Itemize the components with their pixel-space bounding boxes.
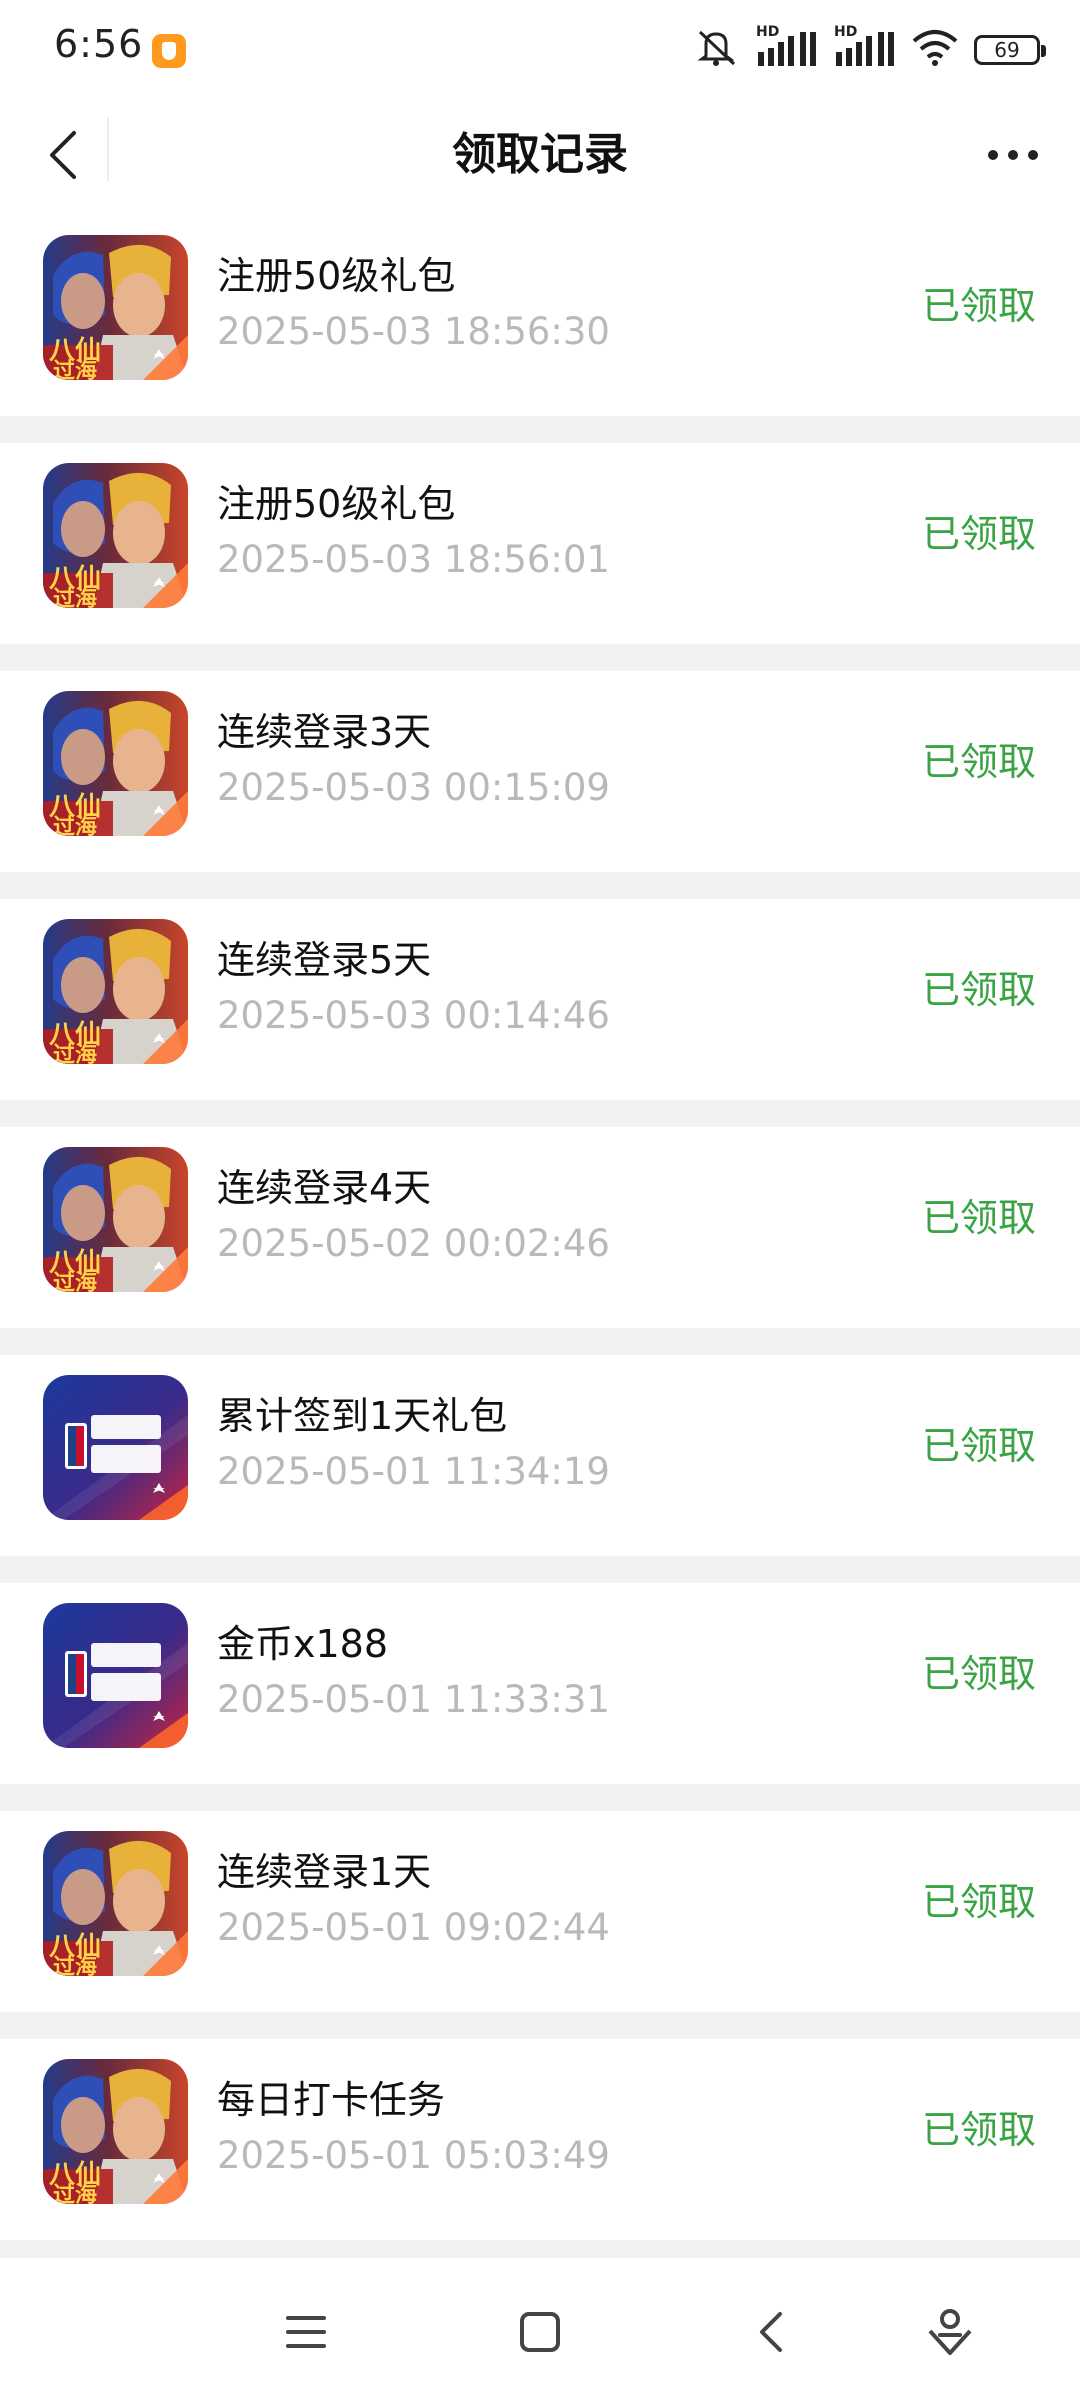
page-title: 领取记录 — [452, 129, 628, 180]
record-item[interactable]: 八仙 过海 连续登录4天 2025-05-02 00:02:46 已领取 — [0, 1127, 1080, 1328]
record-time: 2025-05-03 00:15:09 — [217, 766, 610, 809]
record-title: 连续登录4天 — [217, 1166, 432, 1210]
record-status: 已领取 — [921, 1652, 1036, 1696]
game-icon — [43, 1603, 188, 1748]
home-square-icon — [520, 2312, 560, 2352]
record-time: 2025-05-03 18:56:01 — [217, 538, 610, 581]
record-time: 2025-05-03 00:14:46 — [217, 994, 610, 1037]
svg-text:过海: 过海 — [53, 358, 97, 380]
game-icon: 八仙 过海 — [43, 2059, 188, 2204]
record-status: 已领取 — [921, 1424, 1036, 1468]
more-button[interactable] — [968, 115, 1058, 195]
record-time: 2025-05-01 09:02:44 — [217, 1906, 610, 1949]
assistant-icon — [928, 2309, 972, 2355]
menu-button[interactable] — [266, 2292, 346, 2372]
svg-text:过海: 过海 — [53, 586, 97, 608]
record-time: 2025-05-03 18:56:30 — [217, 310, 610, 353]
game-icon — [43, 1375, 188, 1520]
record-status: 已领取 — [921, 512, 1036, 556]
record-list: 八仙 过海 注册50级礼包 2025-05-03 18:56:30 已领取 八仙 过海 注册5… — [0, 215, 1080, 2267]
record-item[interactable]: 金币x188 2025-05-01 11:33:31 已领取 — [0, 1583, 1080, 1784]
game-icon: 八仙 过海 — [43, 919, 188, 1064]
record-status: 已领取 — [921, 1196, 1036, 1240]
svg-text:过海: 过海 — [53, 814, 97, 836]
game-icon: 八仙 过海 — [43, 1147, 188, 1292]
header: 领取记录 — [0, 95, 1080, 215]
svg-text:过海: 过海 — [53, 2182, 97, 2204]
record-item[interactable]: 累计签到1天礼包 2025-05-01 11:34:19 已领取 — [0, 1355, 1080, 1556]
record-item[interactable]: 八仙 过海 连续登录3天 2025-05-03 00:15:09 已领取 — [0, 671, 1080, 872]
record-item[interactable]: 八仙 过海 注册50级礼包 2025-05-03 18:56:30 已领取 — [0, 215, 1080, 416]
app-notification-icon — [152, 34, 186, 68]
record-item[interactable]: 八仙 过海 每日打卡任务 2025-05-01 05:03:49 已领取 — [0, 2039, 1080, 2240]
status-bar: 6:56 HD HD 69 — [0, 0, 1080, 95]
battery-icon: 69 — [974, 35, 1046, 65]
record-item[interactable]: 八仙 过海 连续登录5天 2025-05-03 00:14:46 已领取 — [0, 899, 1080, 1100]
record-time: 2025-05-01 11:34:19 — [217, 1450, 610, 1493]
back-chevron-icon — [760, 2312, 782, 2352]
svg-text:过海: 过海 — [53, 1042, 97, 1064]
record-title: 连续登录3天 — [217, 710, 432, 754]
record-status: 已领取 — [921, 284, 1036, 328]
record-status: 已领取 — [921, 1880, 1036, 1924]
mute-icon — [696, 28, 740, 72]
record-time: 2025-05-01 05:03:49 — [217, 2134, 610, 2177]
game-icon: 八仙 过海 — [43, 691, 188, 836]
wifi-icon — [912, 29, 958, 71]
svg-text:过海: 过海 — [53, 1954, 97, 1976]
record-title: 连续登录1天 — [217, 1850, 432, 1894]
game-icon: 八仙 过海 — [43, 235, 188, 380]
record-status: 已领取 — [921, 740, 1036, 784]
screen: 6:56 HD HD 69 领取记录 八仙 过海 注册50级礼包 2025-05… — [0, 0, 1080, 2400]
record-title: 金币x188 — [217, 1622, 389, 1666]
signal-icon: HD — [756, 24, 818, 70]
record-item[interactable]: 八仙 过海 连续登录1天 2025-05-01 09:02:44 已领取 — [0, 1811, 1080, 2012]
assistant-button[interactable] — [910, 2292, 990, 2372]
record-status: 已领取 — [921, 968, 1036, 1012]
record-item[interactable]: 八仙 过海 注册50级礼包 2025-05-03 18:56:01 已领取 — [0, 443, 1080, 644]
svg-text:过海: 过海 — [53, 1270, 97, 1292]
record-title: 注册50级礼包 — [217, 482, 456, 526]
game-icon: 八仙 过海 — [43, 463, 188, 608]
record-title: 注册50级礼包 — [217, 254, 456, 298]
home-button[interactable] — [500, 2292, 580, 2372]
system-nav-bar — [0, 2258, 1080, 2400]
menu-icon — [286, 2316, 326, 2348]
record-time: 2025-05-02 00:02:46 — [217, 1222, 610, 1265]
record-time: 2025-05-01 11:33:31 — [217, 1678, 610, 1721]
status-icons: HD HD 69 — [696, 24, 1046, 72]
record-title: 每日打卡任务 — [217, 2078, 446, 2122]
more-dots-icon — [988, 150, 1038, 160]
signal-icon-2: HD — [834, 24, 896, 70]
record-status: 已领取 — [921, 2108, 1036, 2152]
status-time: 6:56 — [54, 22, 144, 66]
game-icon: 八仙 过海 — [43, 1831, 188, 1976]
record-title: 连续登录5天 — [217, 938, 432, 982]
system-back-button[interactable] — [732, 2292, 812, 2372]
record-title: 累计签到1天礼包 — [217, 1394, 508, 1438]
